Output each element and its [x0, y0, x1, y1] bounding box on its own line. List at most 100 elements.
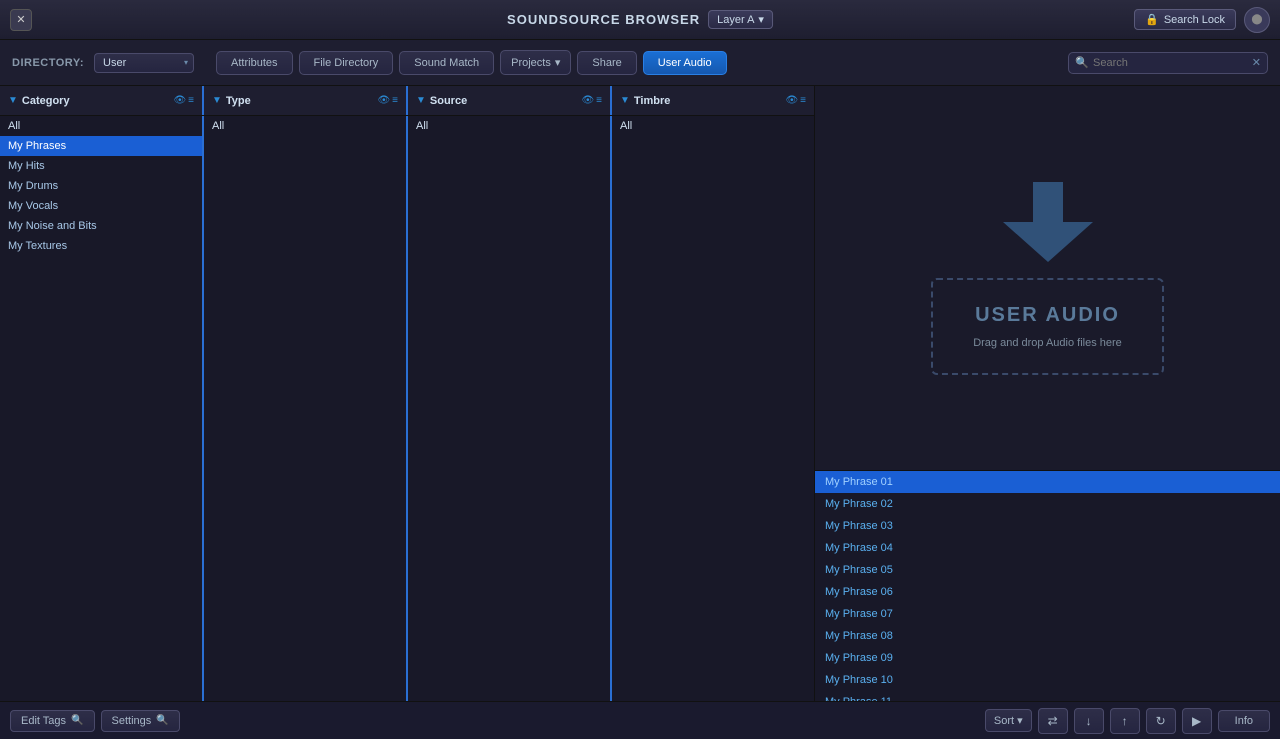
- down-icon: ↓: [1086, 714, 1092, 728]
- edit-tags-label: Edit Tags: [21, 715, 66, 727]
- edit-tags-button[interactable]: Edit Tags 🔍: [10, 710, 95, 732]
- list-item[interactable]: My Phrase 08: [815, 625, 1280, 647]
- list-item[interactable]: My Phrase 09: [815, 647, 1280, 669]
- column-header-category: ▼ Category 👁 ≡: [0, 86, 204, 115]
- list-item[interactable]: My Vocals: [0, 196, 202, 216]
- directory-select[interactable]: User: [94, 53, 194, 73]
- refresh-icon: ↻: [1156, 714, 1166, 728]
- title-right: 🔒 Search Lock ⬤: [1134, 7, 1270, 33]
- main-content: ▼ Category 👁 ≡ ▼ Type 👁 ≡ ▼ Source: [0, 86, 1280, 701]
- settings-icon: 🔍: [156, 715, 168, 726]
- search-lock-button[interactable]: 🔒 Search Lock: [1134, 9, 1236, 30]
- lock-icon: 🔒: [1145, 13, 1159, 26]
- column-header-source: ▼ Source 👁 ≡: [408, 86, 612, 115]
- layer-label: Layer A: [717, 14, 754, 26]
- layer-button[interactable]: Layer A ▾: [708, 10, 773, 29]
- tab-sound-match[interactable]: Sound Match: [399, 51, 494, 75]
- browser-column-source: All: [408, 116, 612, 701]
- play-button[interactable]: ▶: [1182, 708, 1212, 734]
- list-item[interactable]: My Phrase 10: [815, 669, 1280, 691]
- tab-share[interactable]: Share: [577, 51, 636, 75]
- list-item[interactable]: My Phrase 11: [815, 691, 1280, 701]
- drop-zone-title: USER AUDIO: [975, 304, 1120, 327]
- drop-arrow-icon: [1003, 182, 1093, 262]
- title-center: SOUNDSOURCE BROWSER Layer A ▾: [507, 10, 773, 29]
- tab-sound-match-label: Sound Match: [414, 57, 479, 69]
- col-arrow-icon: ▼: [8, 95, 18, 106]
- tab-user-audio-label: User Audio: [658, 57, 712, 69]
- down-button[interactable]: ↓: [1074, 708, 1104, 734]
- file-list: My Phrase 01 My Phrase 02 My Phrase 03 M…: [815, 471, 1280, 701]
- shuffle-icon: ⇄: [1048, 714, 1058, 728]
- column-browser-header: ▼ Category 👁 ≡ ▼ Type 👁 ≡ ▼ Source: [0, 86, 814, 116]
- projects-arrow-icon: ▾: [555, 56, 561, 69]
- col-timbre-eye-icon[interactable]: 👁: [785, 95, 798, 106]
- col-category-label: Category: [22, 95, 170, 107]
- refresh-button[interactable]: ↻: [1146, 708, 1176, 734]
- list-item[interactable]: All: [408, 116, 610, 136]
- list-item[interactable]: My Phrase 04: [815, 537, 1280, 559]
- list-item[interactable]: My Phrase 01: [815, 471, 1280, 493]
- search-lock-label: Search Lock: [1164, 14, 1225, 26]
- list-item[interactable]: My Phrase 02: [815, 493, 1280, 515]
- drop-zone[interactable]: USER AUDIO Drag and drop Audio files her…: [815, 86, 1280, 471]
- right-panel: USER AUDIO Drag and drop Audio files her…: [815, 86, 1280, 701]
- col-timbre-label: Timbre: [634, 95, 782, 107]
- tab-attributes[interactable]: Attributes: [216, 51, 292, 75]
- col-type-arrow-icon: ▼: [212, 95, 222, 106]
- col-timbre-arrow-icon: ▼: [620, 95, 630, 106]
- directory-wrapper: User ▾: [94, 53, 194, 73]
- col-timbre-more-icon[interactable]: ≡: [800, 95, 806, 106]
- list-item[interactable]: My Phrase 05: [815, 559, 1280, 581]
- search-icon: 🔍: [1075, 56, 1089, 69]
- tab-attributes-label: Attributes: [231, 57, 277, 69]
- list-item[interactable]: My Phrase 03: [815, 515, 1280, 537]
- browser-column-timbre: All: [612, 116, 814, 701]
- app-title: SOUNDSOURCE BROWSER: [507, 12, 700, 27]
- info-button[interactable]: Info: [1218, 710, 1270, 732]
- list-item[interactable]: All: [204, 116, 406, 136]
- drop-zone-box: USER AUDIO Drag and drop Audio files her…: [931, 278, 1164, 375]
- toolbar: DIRECTORY: User ▾ Attributes File Direct…: [0, 40, 1280, 86]
- circle-icon: ⬤: [1251, 14, 1262, 25]
- browser-column-category: All My Phrases My Hits My Drums My Vocal…: [0, 116, 204, 701]
- col-type-more-icon[interactable]: ≡: [392, 95, 398, 106]
- list-item[interactable]: My Drums: [0, 176, 202, 196]
- list-item[interactable]: My Textures: [0, 236, 202, 256]
- tab-user-audio[interactable]: User Audio: [643, 51, 727, 75]
- play-icon: ▶: [1192, 714, 1201, 728]
- sort-arrow-icon: ▾: [1017, 714, 1023, 727]
- list-item[interactable]: My Hits: [0, 156, 202, 176]
- list-item[interactable]: My Phrases: [0, 136, 202, 156]
- search-clear-icon[interactable]: ✕: [1252, 56, 1261, 69]
- up-button[interactable]: ↑: [1110, 708, 1140, 734]
- settings-label: Settings: [112, 715, 152, 727]
- list-item[interactable]: All: [612, 116, 814, 136]
- settings-button[interactable]: Settings 🔍: [101, 710, 180, 732]
- directory-label: DIRECTORY:: [12, 57, 84, 69]
- sort-button[interactable]: Sort ▾: [985, 709, 1032, 732]
- tab-file-directory[interactable]: File Directory: [299, 51, 394, 75]
- col-more-icon[interactable]: ≡: [188, 95, 194, 106]
- settings-circle-button[interactable]: ⬤: [1244, 7, 1270, 33]
- col-category-icons: 👁 ≡: [173, 95, 194, 106]
- list-item[interactable]: All: [0, 116, 202, 136]
- col-type-eye-icon[interactable]: 👁: [377, 95, 390, 106]
- list-item[interactable]: My Phrase 06: [815, 581, 1280, 603]
- column-browser-body: All My Phrases My Hits My Drums My Vocal…: [0, 116, 814, 701]
- tab-projects-label: Projects: [511, 57, 551, 69]
- shuffle-button[interactable]: ⇄: [1038, 708, 1068, 734]
- layer-arrow-icon: ▾: [758, 13, 764, 26]
- col-source-more-icon[interactable]: ≡: [596, 95, 602, 106]
- search-input[interactable]: [1068, 52, 1268, 74]
- list-item[interactable]: My Phrase 07: [815, 603, 1280, 625]
- col-eye-icon[interactable]: 👁: [173, 95, 186, 106]
- close-button[interactable]: ✕: [10, 9, 32, 31]
- sort-label: Sort: [994, 715, 1014, 727]
- list-item[interactable]: My Noise and Bits: [0, 216, 202, 236]
- col-source-eye-icon[interactable]: 👁: [581, 95, 594, 106]
- up-icon: ↑: [1122, 714, 1128, 728]
- tab-projects[interactable]: Projects ▾: [500, 50, 571, 75]
- col-source-label: Source: [430, 95, 578, 107]
- col-source-arrow-icon: ▼: [416, 95, 426, 106]
